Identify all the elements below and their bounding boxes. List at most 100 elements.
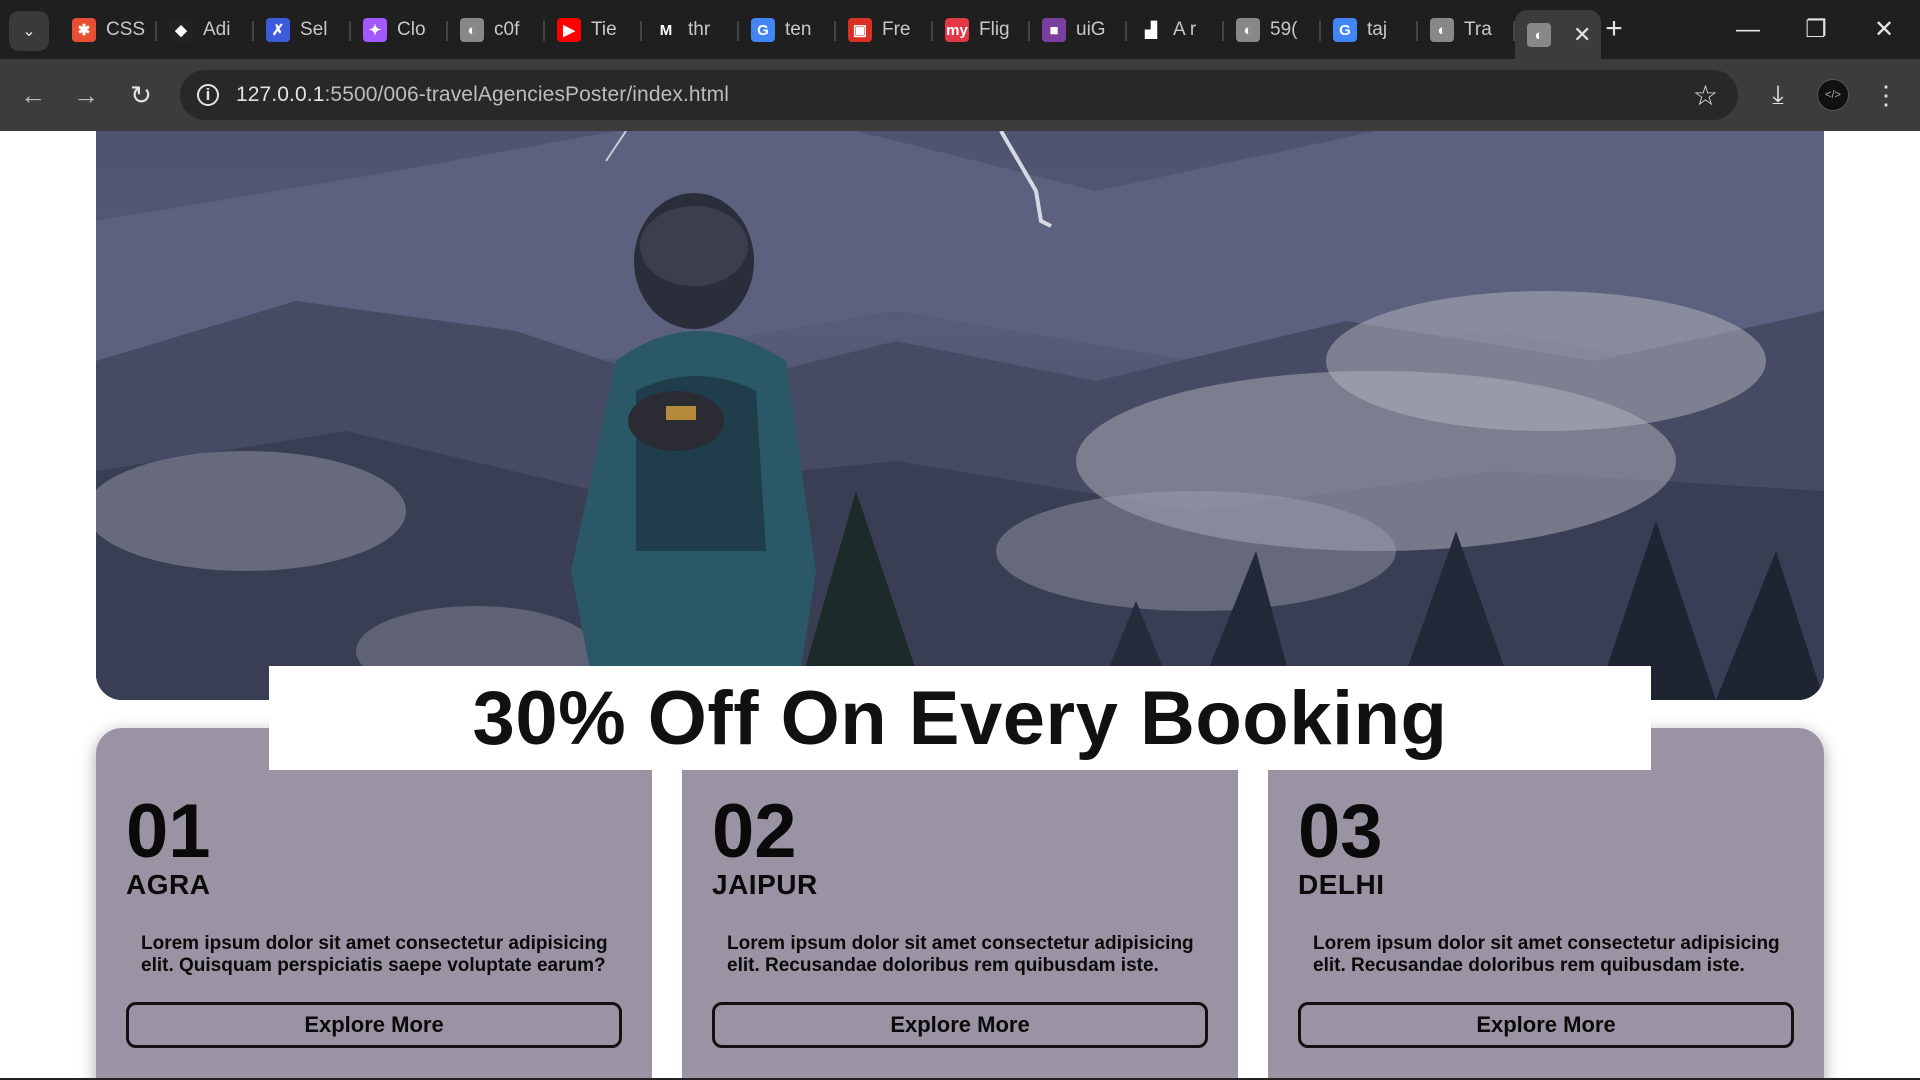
browser-tab[interactable]: ◐ Tra bbox=[1418, 10, 1515, 50]
browser-tab[interactable]: Gtaj bbox=[1321, 10, 1418, 50]
tab-title: Sel bbox=[300, 19, 328, 40]
tab-title: c0f bbox=[494, 19, 520, 40]
favicon-icon: M bbox=[654, 18, 678, 42]
card-description: Lorem ipsum dolor sit amet consectetur a… bbox=[141, 933, 608, 976]
forward-button[interactable]: → bbox=[66, 75, 106, 115]
tab-title: thr bbox=[688, 19, 711, 40]
hero-image bbox=[96, 131, 1824, 700]
tab-title: Clo bbox=[397, 19, 426, 40]
tab-title: Flig bbox=[979, 19, 1010, 40]
tab-title: 59( bbox=[1270, 19, 1298, 40]
favicon-icon: ✱ bbox=[72, 18, 96, 42]
address-bar[interactable]: i 127.0.0.1:5500/006-travelAgenciesPoste… bbox=[180, 70, 1738, 120]
favicon-icon: ▣ bbox=[848, 18, 872, 42]
favicon-icon: ✦ bbox=[363, 18, 387, 42]
downloads-button[interactable]: ⤓ bbox=[1758, 75, 1798, 115]
favicon-icon: ◐ bbox=[1527, 23, 1551, 47]
tab-list: ✱ CSS ◆ Adi ✗ Sel ✦ Clo ◐ c0f ▶ Tie Mthr Gten ▣ Fre my Fl… bbox=[60, 10, 1601, 60]
arrow-left-icon: ← bbox=[20, 79, 46, 110]
browser-tab[interactable]: ◐ 59( bbox=[1224, 10, 1321, 50]
discount-banner: 30% Off On Every Booking bbox=[269, 666, 1651, 770]
favicon-icon: ◐ bbox=[1236, 18, 1260, 42]
card-number: 01 bbox=[126, 789, 211, 874]
card-divider bbox=[652, 728, 682, 1080]
close-tab-icon[interactable]: ✕ bbox=[1573, 22, 1591, 48]
reload-icon: ↻ bbox=[130, 79, 152, 110]
restore-icon: ❐ bbox=[1805, 16, 1827, 43]
browser-tab[interactable]: ✦ Clo bbox=[351, 10, 448, 50]
explore-more-button[interactable]: Explore More bbox=[712, 1002, 1208, 1048]
tab-title: CSS bbox=[106, 19, 146, 40]
url-text[interactable]: 127.0.0.1:5500/006-travelAgenciesPoster/… bbox=[236, 83, 729, 107]
tab-title: taj bbox=[1367, 19, 1388, 40]
card-description: Lorem ipsum dolor sit amet consectetur a… bbox=[727, 933, 1194, 976]
tab-title: Fre bbox=[882, 19, 911, 40]
favicon-icon: G bbox=[751, 18, 775, 42]
minimize-button[interactable]: — bbox=[1714, 0, 1782, 59]
card-number: 03 bbox=[1298, 789, 1383, 874]
tab-title: uiG bbox=[1076, 19, 1106, 40]
browser-tab[interactable]: ▶ Tie bbox=[545, 10, 642, 50]
mountain-hiker-illustration bbox=[96, 131, 1824, 700]
download-icon: ⤓ bbox=[1772, 79, 1784, 109]
avatar: </> bbox=[1817, 79, 1849, 111]
card-city: JAIPUR bbox=[712, 869, 818, 900]
tab-title: Adi bbox=[203, 19, 231, 40]
browser-tab[interactable]: my Flig bbox=[933, 10, 1030, 50]
close-window-button[interactable]: ✕ bbox=[1850, 0, 1918, 59]
favicon-icon: ◐ bbox=[1430, 18, 1454, 42]
browser-tab[interactable]: Mthr bbox=[642, 10, 739, 50]
plus-icon: + bbox=[1605, 12, 1623, 45]
url-host: 127.0.0.1 bbox=[236, 83, 325, 106]
favicon-icon: ◐ bbox=[460, 18, 484, 42]
explore-more-button[interactable]: Explore More bbox=[126, 1002, 622, 1048]
close-icon: ✕ bbox=[1873, 16, 1895, 43]
browser-tab[interactable]: Gten bbox=[739, 10, 836, 50]
browser-tab-active[interactable]: ◐ ✕ bbox=[1515, 10, 1601, 60]
back-button[interactable]: ← bbox=[13, 75, 53, 115]
browser-tab[interactable]: ◆ Adi bbox=[157, 10, 254, 50]
new-tab-button[interactable]: + bbox=[1598, 12, 1630, 46]
destination-cards: 01 AGRA Lorem ipsum dolor sit amet conse… bbox=[96, 728, 1824, 1080]
bookmark-star-icon[interactable]: ☆ bbox=[1693, 79, 1718, 112]
tab-title: Tie bbox=[591, 19, 617, 40]
destination-card-delhi: 03 DELHI Lorem ipsum dolor sit amet cons… bbox=[1268, 728, 1824, 1080]
card-city: DELHI bbox=[1298, 869, 1385, 900]
tab-search-button[interactable]: ⌄ bbox=[9, 11, 49, 51]
restore-button[interactable]: ❐ bbox=[1782, 0, 1850, 59]
favicon-icon: my bbox=[945, 18, 969, 42]
url-path: :5500/006-travelAgenciesPoster/index.htm… bbox=[324, 83, 729, 106]
browser-toolbar: ← → ↻ i 127.0.0.1:5500/006-travelAgencie… bbox=[0, 59, 1920, 131]
browser-tab[interactable]: ■ uiG bbox=[1030, 10, 1127, 50]
page-viewport: 30% Off On Every Booking 01 AGRA Lorem i… bbox=[0, 131, 1920, 1080]
browser-tab[interactable]: ▣ Fre bbox=[836, 10, 933, 50]
chevron-down-icon: ⌄ bbox=[22, 23, 36, 40]
tab-strip: ⌄ ✱ CSS ◆ Adi ✗ Sel ✦ Clo ◐ c0f ▶ Tie Mthr Gten ▣ Fre my… bbox=[0, 0, 1920, 60]
headline: 30% Off On Every Booking bbox=[472, 675, 1448, 761]
card-number: 02 bbox=[712, 789, 797, 874]
favicon-icon: ▶ bbox=[557, 18, 581, 42]
browser-tab[interactable]: ✗ Sel bbox=[254, 10, 351, 50]
card-description: Lorem ipsum dolor sit amet consectetur a… bbox=[1313, 933, 1780, 976]
card-city: AGRA bbox=[126, 869, 211, 900]
more-vert-icon: ⋮ bbox=[1873, 79, 1899, 110]
minimize-icon: — bbox=[1736, 15, 1760, 43]
favicon-icon: ■ bbox=[1042, 18, 1066, 42]
browser-tab[interactable]: ▟ A r bbox=[1127, 10, 1224, 50]
browser-tab[interactable]: ◐ c0f bbox=[448, 10, 545, 50]
browser-menu-button[interactable]: ⋮ bbox=[1866, 75, 1906, 115]
browser-tab[interactable]: ✱ CSS bbox=[60, 10, 157, 50]
reload-button[interactable]: ↻ bbox=[121, 75, 161, 115]
tab-title: A r bbox=[1173, 19, 1197, 40]
destination-card-agra: 01 AGRA Lorem ipsum dolor sit amet conse… bbox=[96, 728, 652, 1080]
favicon-icon: G bbox=[1333, 18, 1357, 42]
favicon-icon: ▟ bbox=[1139, 18, 1163, 42]
arrow-right-icon: → bbox=[73, 79, 99, 110]
explore-more-button[interactable]: Explore More bbox=[1298, 1002, 1794, 1048]
tab-title: Tra bbox=[1464, 19, 1492, 40]
site-info-icon[interactable]: i bbox=[197, 84, 219, 106]
profile-button[interactable]: </> bbox=[1813, 75, 1853, 115]
tab-title: ten bbox=[785, 19, 812, 40]
card-divider bbox=[1238, 728, 1268, 1080]
favicon-icon: ◆ bbox=[169, 18, 193, 42]
